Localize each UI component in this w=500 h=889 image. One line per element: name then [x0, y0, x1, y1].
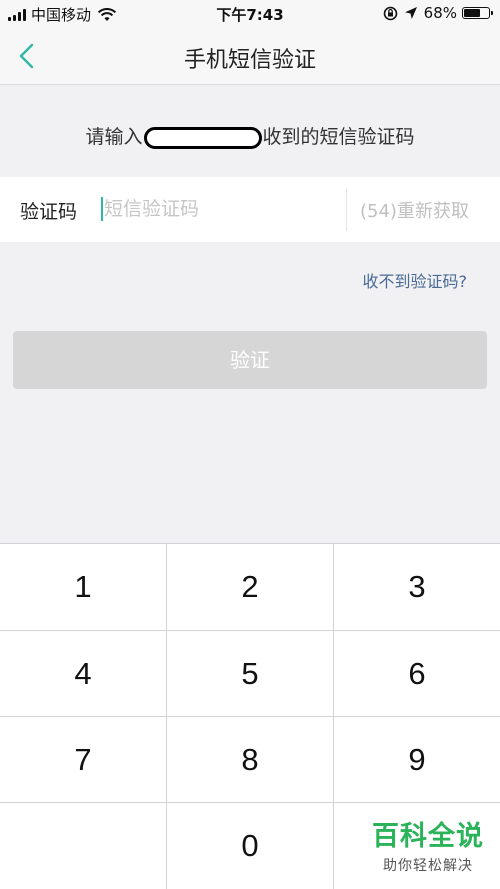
code-label: 验证码 — [20, 201, 78, 223]
watermark-title: 百科全说 — [372, 821, 484, 852]
keypad-key-6[interactable]: 6 — [334, 631, 500, 716]
keypad-key-3[interactable]: 3 — [334, 544, 500, 630]
no-code-help-link[interactable]: 收不到验证码? — [363, 268, 468, 292]
keypad-key-9[interactable]: 9 — [334, 717, 500, 802]
page-title: 手机短信验证 — [183, 48, 316, 73]
orientation-lock-icon — [383, 6, 397, 20]
keypad-digit: 7 — [74, 741, 92, 777]
nav-bar: 手机短信验证 — [0, 28, 500, 85]
keypad-digit: 5 — [241, 655, 259, 691]
keypad-digit: 6 — [408, 655, 426, 691]
keypad-digit: 8 — [241, 741, 259, 777]
keypad-digit: 2 — [241, 569, 259, 604]
resend-code-button[interactable]: (54)重新获取 — [360, 197, 469, 223]
battery-percent: 68% — [423, 4, 457, 22]
keypad-key-1[interactable]: 1 — [0, 544, 166, 630]
keypad-key-8[interactable]: 8 — [167, 717, 333, 802]
battery-icon — [462, 7, 493, 19]
text-caret — [101, 197, 103, 221]
sms-prompt: 请输入 收到的短信验证码 — [0, 112, 500, 162]
divider — [346, 189, 347, 231]
keypad-key-4[interactable]: 4 — [0, 631, 166, 716]
keypad-digit: 0 — [241, 828, 259, 863]
prompt-suffix: 收到的短信验证码 — [262, 126, 415, 148]
keypad-digit: 1 — [74, 569, 92, 604]
keypad-digit: 3 — [408, 569, 426, 604]
code-input-row: 验证码 (54)重新获取 — [0, 177, 500, 242]
status-bar: 中国移动 下午7:43 68% — [0, 0, 500, 28]
watermark-subtitle: 助你轻松解决 — [383, 858, 473, 874]
keypad-digit: 9 — [408, 741, 426, 777]
verify-button[interactable]: 验证 — [13, 331, 487, 389]
status-right: 68% — [383, 4, 493, 22]
location-icon — [404, 7, 417, 19]
sms-code-input[interactable] — [100, 191, 334, 227]
keypad-key-5[interactable]: 5 — [167, 631, 333, 716]
keypad-blank-key — [0, 803, 166, 889]
redacted-phone-number — [143, 126, 262, 149]
keypad-key-0[interactable]: 0 — [167, 803, 333, 889]
watermark-logo: 百科全说 助你轻松解决 — [372, 814, 484, 875]
keypad-digit: 4 — [74, 655, 92, 691]
keypad-key-2[interactable]: 2 — [167, 544, 333, 630]
keypad-key-7[interactable]: 7 — [0, 717, 166, 802]
prompt-prefix: 请输入 — [85, 126, 143, 148]
